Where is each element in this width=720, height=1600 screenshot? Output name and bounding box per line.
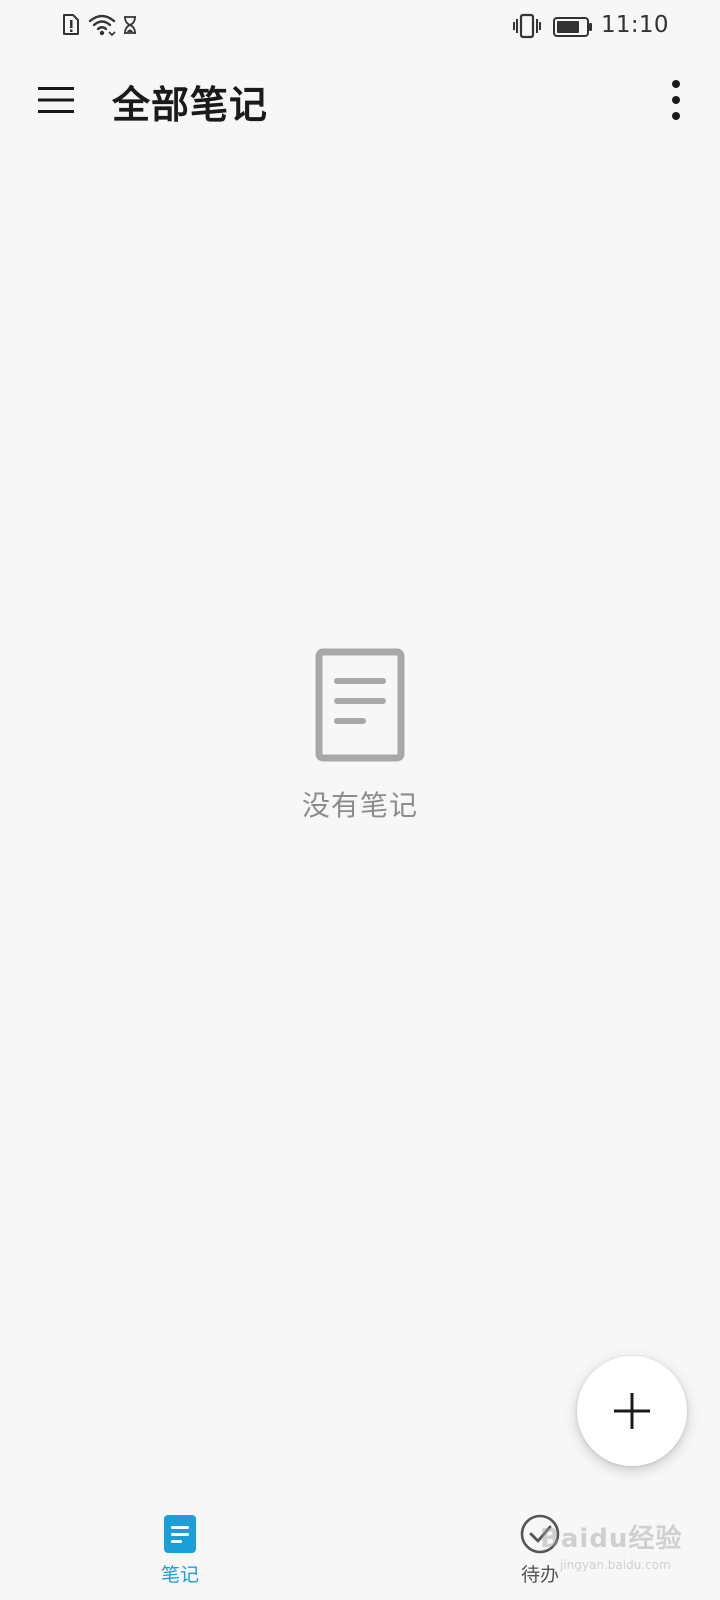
baidu-watermark-url: jingyan.baidu.com xyxy=(560,1558,671,1572)
baidu-watermark-logo: Baidu经验 xyxy=(540,1524,683,1554)
tab-notes[interactable]: 笔记 xyxy=(120,1514,240,1587)
vibrate-icon xyxy=(513,13,541,39)
hourglass-icon xyxy=(124,16,136,34)
note-icon xyxy=(164,1515,196,1553)
status-time: 11:10 xyxy=(601,12,669,38)
tab-todo-label: 待办 xyxy=(520,1564,559,1586)
add-note-button[interactable] xyxy=(577,1356,687,1466)
app-bar: 全部笔记 xyxy=(0,60,720,140)
hamburger-menu-icon xyxy=(38,87,74,113)
plus-icon xyxy=(614,1393,650,1429)
tab-notes-label: 笔记 xyxy=(160,1564,199,1586)
more-options-button[interactable] xyxy=(646,70,706,130)
sim-alert-icon xyxy=(63,14,79,35)
empty-state: 没有笔记 xyxy=(0,648,720,824)
status-bar: 11:10 xyxy=(0,0,720,54)
battery-icon xyxy=(553,17,592,37)
page-title: 全部笔记 xyxy=(112,83,269,127)
note-document-icon xyxy=(315,648,405,762)
more-vertical-icon xyxy=(672,80,680,120)
wifi-icon xyxy=(88,14,116,37)
menu-button[interactable] xyxy=(26,70,86,130)
empty-state-text: 没有笔记 xyxy=(301,789,418,822)
